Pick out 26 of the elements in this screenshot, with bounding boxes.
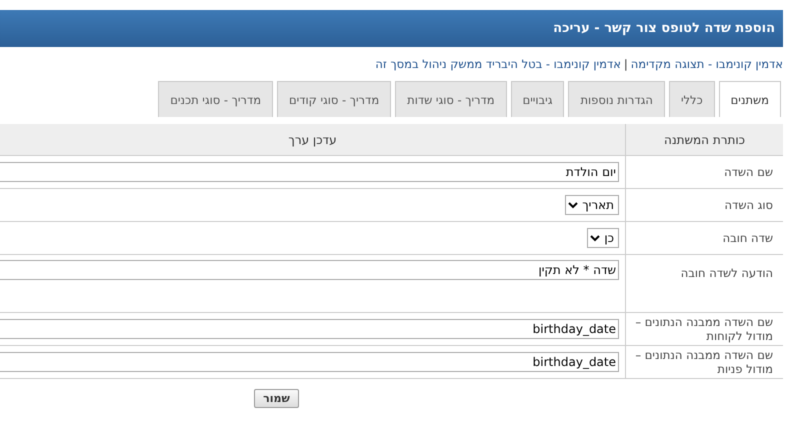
text-field[interactable]: birthday_date [0,319,619,339]
field-label: הודעה לשדה חובה [680,266,773,280]
dropdown[interactable]: כן [587,228,619,248]
dropdown[interactable]: תאריך [565,195,619,215]
text-field[interactable]: birthday_date [0,352,619,372]
field-label: שם השדה [724,165,773,179]
tab[interactable]: מדריך - סוגי קודים [277,81,392,117]
tab[interactable]: כללי [668,81,715,117]
field-label: שם השדה ממבנה הנתונים – מודול פניות [635,348,773,376]
preview-link[interactable]: אדמין קונימבו - תצוגה מקדימה [630,57,783,71]
link-separator: | [624,57,628,71]
text-field[interactable]: שדה * לא תקין [0,260,619,280]
save-button[interactable]: שמור [254,389,299,408]
column-header: כותרת המשתנה [626,124,783,156]
tab[interactable]: גיבויים [510,81,564,117]
tab[interactable]: משתנים [718,81,781,117]
page-title: הוספת שדה לטופס צור קשר - עריכה [553,21,775,36]
field-label: סוג השדה [724,198,773,212]
text-field[interactable]: יום הולדת [0,162,619,182]
column-header: עדכן ערך [0,124,626,156]
tab[interactable]: הגדרות נוספות [568,81,665,117]
disable-hybrid-link[interactable]: אדמין קונימבו - בטל היבריד ממשק ניהול במסך זה [375,57,621,71]
tab[interactable]: מדריך - סוגי שדות [395,81,507,117]
field-label: שם השדה ממבנה הנתונים – מודול לקוחות [635,315,773,343]
tab[interactable]: מדריך - סוגי תכנים [158,81,274,117]
field-label: שדה חובה [722,231,773,245]
